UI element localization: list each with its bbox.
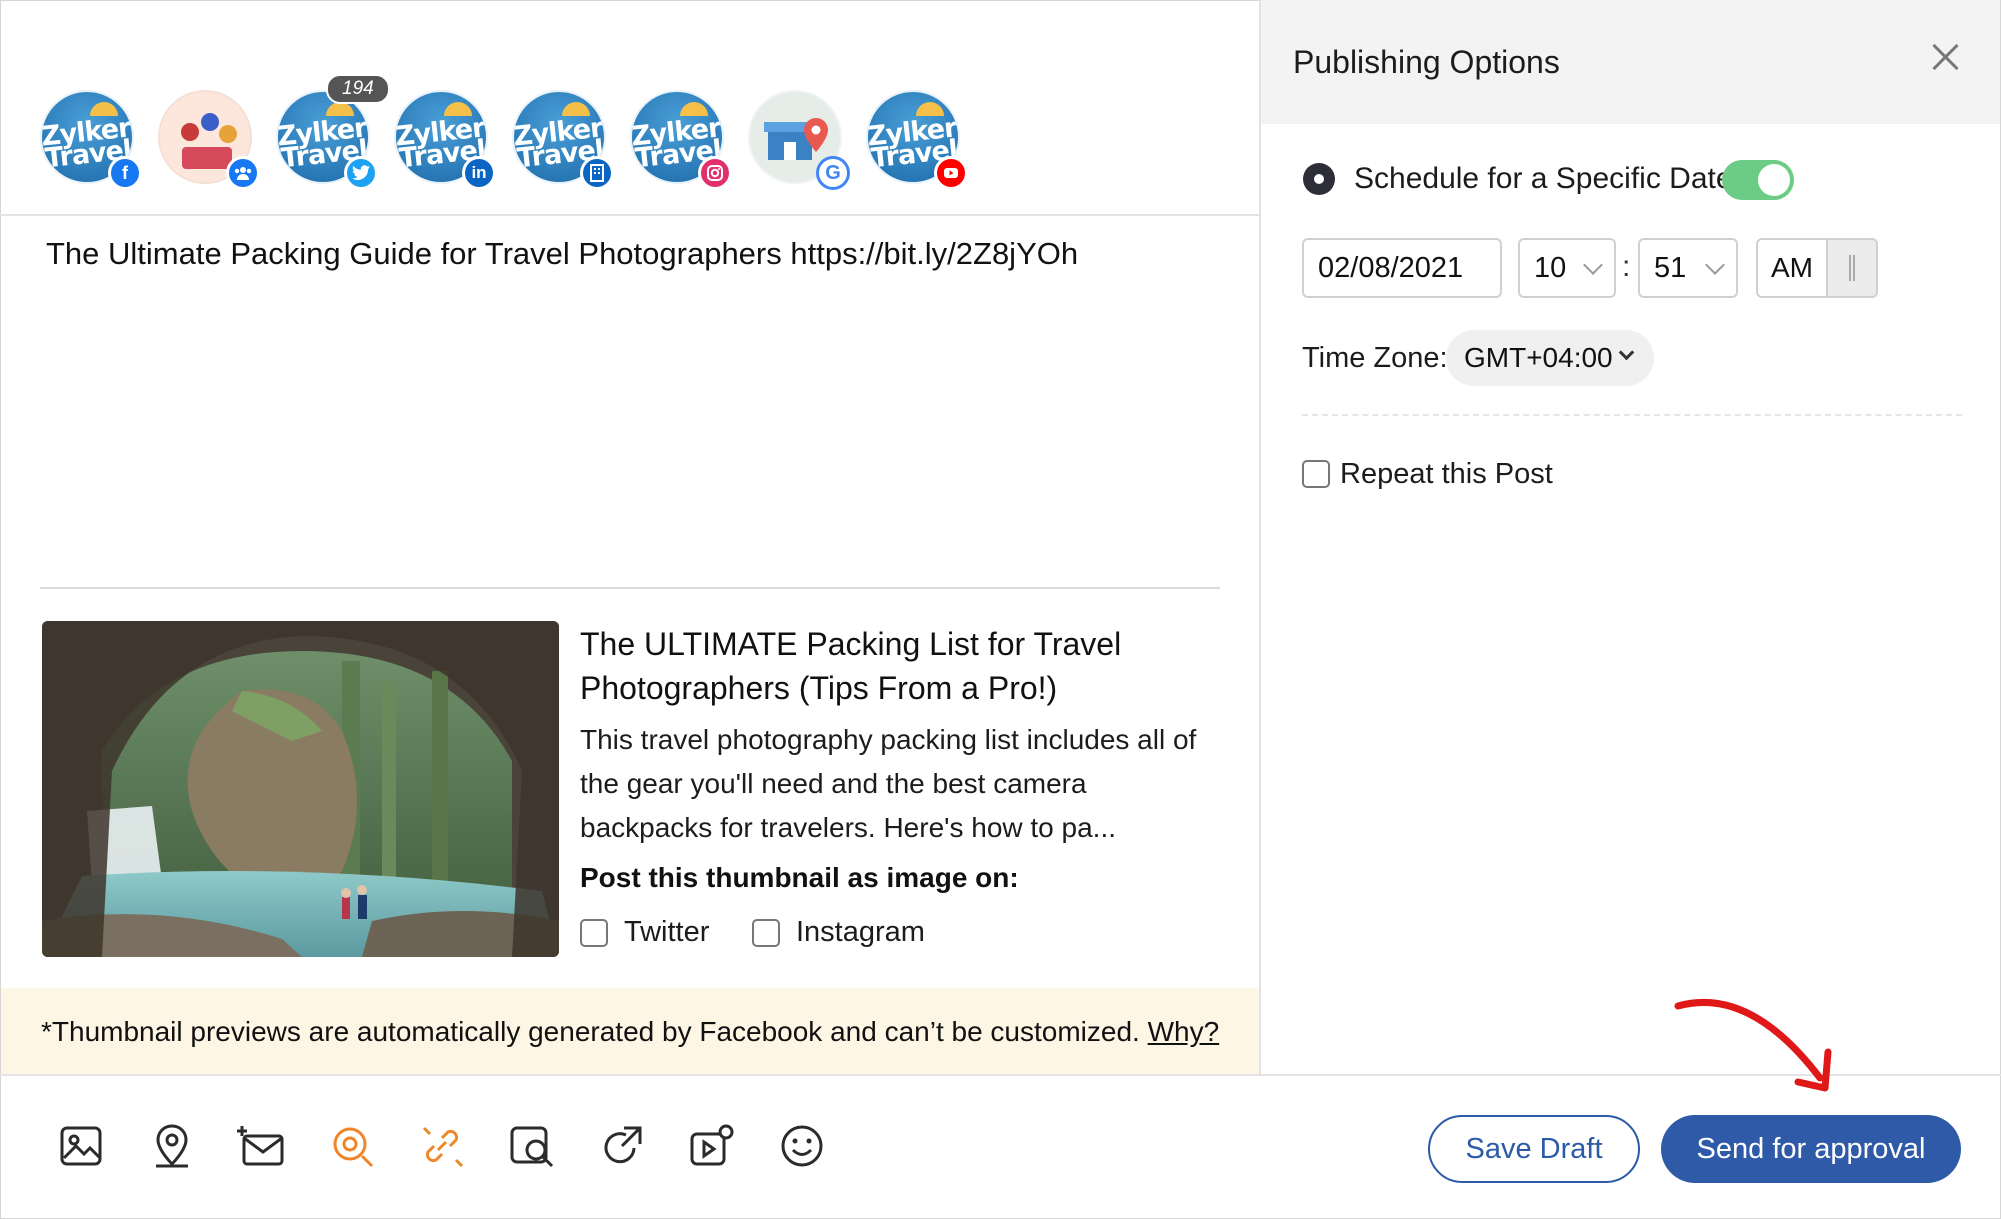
link-preview-description: This travel photography packing list inc… (580, 724, 1197, 843)
send-for-approval-button[interactable]: Send for approval (1661, 1115, 1961, 1183)
twitter-option-label: Twitter (624, 916, 710, 948)
chevron-down-icon (1583, 255, 1603, 275)
post-text-input[interactable]: The Ultimate Packing Guide for Travel Ph… (46, 236, 1078, 272)
why-link[interactable]: Why? (1148, 1016, 1220, 1047)
chevron-down-icon (1618, 344, 1635, 361)
video-settings-icon[interactable] (686, 1120, 738, 1172)
company-page-icon (580, 156, 614, 190)
red-arrow-annotation (1674, 999, 1832, 1092)
timezone-label: Time Zone: (1302, 342, 1448, 374)
notice-text: *Thumbnail previews are automatically ge… (41, 1016, 1140, 1047)
timezone-select[interactable]: GMT+04:00 (1446, 330, 1654, 386)
instagram-checkbox[interactable] (752, 918, 780, 947)
location-icon[interactable] (146, 1120, 198, 1172)
schedule-label: Schedule for a Specific Date (1354, 162, 1733, 195)
account-avatar-linkedin-page[interactable]: Zylker Travel (512, 90, 614, 190)
repeat-label: Repeat this Post (1340, 458, 1553, 490)
group-icon (226, 156, 260, 190)
facebook-icon: f (108, 156, 142, 190)
hour-value: 10 (1534, 251, 1567, 284)
divider (0, 214, 1260, 216)
twitter-icon (344, 156, 378, 190)
emoji-icon[interactable] (776, 1120, 828, 1172)
twitter-thumbnail-option[interactable]: Twitter (580, 916, 709, 949)
divider (1302, 414, 1962, 416)
account-avatar-google-business[interactable]: G (748, 90, 850, 190)
thumbnail-notice: *Thumbnail previews are automatically ge… (1, 988, 1260, 1074)
image-search-icon[interactable] (506, 1120, 558, 1172)
image-icon[interactable] (56, 1120, 108, 1172)
twitter-checkbox[interactable] (580, 918, 608, 947)
minute-select[interactable]: 51 (1638, 238, 1738, 298)
google-icon: G (816, 156, 850, 190)
save-draft-button[interactable]: Save Draft (1428, 1115, 1640, 1183)
date-field[interactable]: 02/08/2021 (1302, 238, 1502, 298)
instagram-option-label: Instagram (796, 916, 925, 948)
post-count-badge: 194 (326, 74, 390, 104)
am-option[interactable]: AM (1758, 240, 1826, 296)
timezone-value: GMT+04:00 (1464, 342, 1613, 373)
link-preview-thumbnail (42, 621, 559, 957)
instagram-icon (698, 156, 732, 190)
instagram-thumbnail-option[interactable]: Instagram (752, 916, 925, 949)
linkedin-icon: in (462, 156, 496, 190)
publishing-options-header: Publishing Options (1261, 0, 2000, 124)
thumbnail-option-label: Post this thumbnail as image on: (580, 862, 1019, 893)
panel-divider (1259, 0, 1261, 1074)
schedule-radio[interactable] (1303, 163, 1335, 195)
minute-value: 51 (1654, 251, 1687, 284)
account-avatar-linkedin[interactable]: Zylker Travel in (394, 90, 496, 190)
account-avatar-instagram[interactable]: Zylker Travel (630, 90, 732, 190)
link-preview-title: The ULTIMATE Packing List for Travel Pho… (580, 626, 1122, 706)
repeat-checkbox[interactable] (1302, 460, 1330, 488)
share-icon[interactable] (596, 1120, 648, 1172)
schedule-toggle[interactable] (1722, 160, 1794, 200)
hour-select[interactable]: 10 (1518, 238, 1616, 298)
drag-handle-icon (1849, 255, 1855, 281)
account-avatar-twitter[interactable]: Zylker Travel 194 (276, 74, 390, 190)
ampm-toggle[interactable]: AM (1756, 238, 1878, 298)
link-icon[interactable] (416, 1120, 468, 1172)
account-avatar-group[interactable] (158, 90, 260, 190)
email-icon[interactable] (236, 1120, 288, 1172)
time-separator: : (1622, 250, 1631, 283)
close-icon[interactable] (1928, 40, 1962, 74)
account-avatar-youtube[interactable]: Zylker Travel (866, 90, 968, 190)
account-selector: Zylker Travel f Zylker Travel 194 Zylker Tr… (40, 74, 1240, 200)
account-avatar-facebook[interactable]: Zylker Travel f (40, 90, 142, 190)
divider (40, 587, 1220, 589)
mention-icon[interactable] (326, 1120, 378, 1172)
youtube-icon (934, 156, 968, 190)
chevron-down-icon (1705, 255, 1725, 275)
panel-title: Publishing Options (1293, 44, 1560, 80)
pm-option[interactable] (1826, 240, 1876, 296)
